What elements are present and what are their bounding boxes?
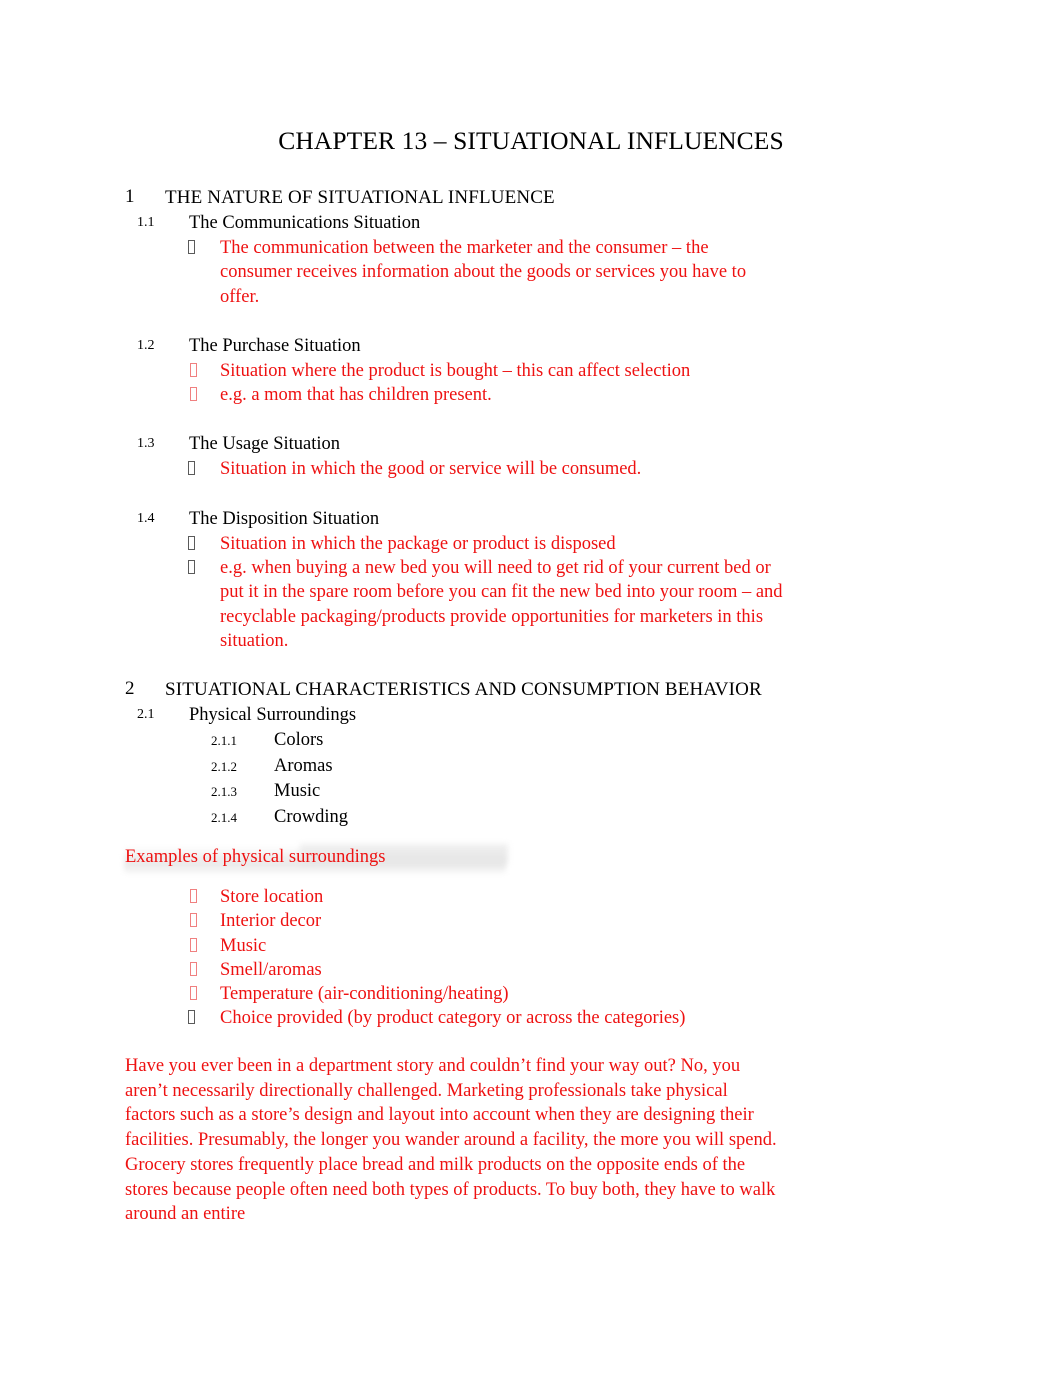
section-1-3-bullet-1: Situation in which the good or service w… <box>220 459 642 479</box>
section-1-4-number: 1.4 <box>137 511 155 526</box>
examples-bullet-1: Store location <box>220 887 324 907</box>
section-2-1-number: 2.1 <box>137 707 155 722</box>
section-2-number: 2 <box>125 678 135 699</box>
section-2-1-1-label: Colors <box>274 730 324 750</box>
section-1-heading: THE NATURE OF SITUATIONAL INFLUENCE <box>165 187 555 208</box>
bullet-box-icon <box>188 461 195 475</box>
section-1-4-heading: The Disposition Situation <box>189 509 380 529</box>
section-2-1-2-number: 2.1.2 <box>211 759 237 774</box>
bullet-box-icon <box>188 1010 195 1024</box>
section-1-2-number: 1.2 <box>137 338 155 353</box>
section-1-2-heading: The Purchase Situation <box>189 336 361 356</box>
document-page: CHAPTER 13 – SITUATIONAL INFLUENCES 1 TH… <box>0 0 1062 1377</box>
bullet-box-icon <box>188 240 195 254</box>
section-2-heading: SITUATIONAL CHARACTERISTICS AND CONSUMPT… <box>165 679 762 700</box>
examples-heading: Examples of physical surroundings <box>125 847 386 867</box>
section-2-1-heading: Physical Surroundings <box>189 705 357 725</box>
section-2-1-2-label: Aromas <box>274 756 333 776</box>
section-1-1-heading: The Communications Situation <box>189 213 421 233</box>
bullet-box-icon <box>190 889 197 903</box>
section-2-1-1-number: 2.1.1 <box>211 733 237 748</box>
examples-bullet-3: Music <box>220 936 267 956</box>
bullet-box-icon <box>190 363 197 377</box>
section-2-1-4-number: 2.1.4 <box>211 810 237 825</box>
bullet-box-icon <box>188 536 195 550</box>
section-1-1-number: 1.1 <box>137 215 155 230</box>
section-2-1-3-label: Music <box>274 781 321 801</box>
bullet-box-icon <box>190 938 197 952</box>
section-1-4-bullet-2: e.g. when buying a new bed you will need… <box>220 558 783 651</box>
section-1-3-heading: The Usage Situation <box>189 434 341 454</box>
section-1-2-bullet-1: Situation where the product is bought – … <box>220 361 691 381</box>
section-1-number: 1 <box>125 186 135 207</box>
section-1-4-bullet-1: Situation in which the package or produc… <box>220 534 616 554</box>
closing-paragraph: Have you ever been in a department story… <box>125 1056 777 1225</box>
bullet-box-icon <box>188 560 195 574</box>
bullet-box-icon <box>190 986 197 1000</box>
section-1-2-bullet-2: e.g. a mom that has children present. <box>220 385 492 405</box>
section-1-3-number: 1.3 <box>137 436 155 451</box>
examples-bullet-4: Smell/aromas <box>220 960 322 980</box>
bullet-box-icon <box>190 962 197 976</box>
section-1-1-bullet-1: The communication between the marketer a… <box>220 238 747 307</box>
bullet-box-icon <box>190 387 197 401</box>
page-title: CHAPTER 13 – SITUATIONAL INFLUENCES <box>278 126 784 155</box>
examples-bullet-2: Interior decor <box>220 911 322 931</box>
examples-bullet-5: Temperature (air-conditioning/heating) <box>220 984 509 1004</box>
section-2-1-4-label: Crowding <box>274 807 348 827</box>
section-2-1-3-number: 2.1.3 <box>211 784 237 799</box>
bullet-box-icon <box>190 913 197 927</box>
examples-bullet-6: Choice provided (by product category or … <box>220 1008 686 1028</box>
